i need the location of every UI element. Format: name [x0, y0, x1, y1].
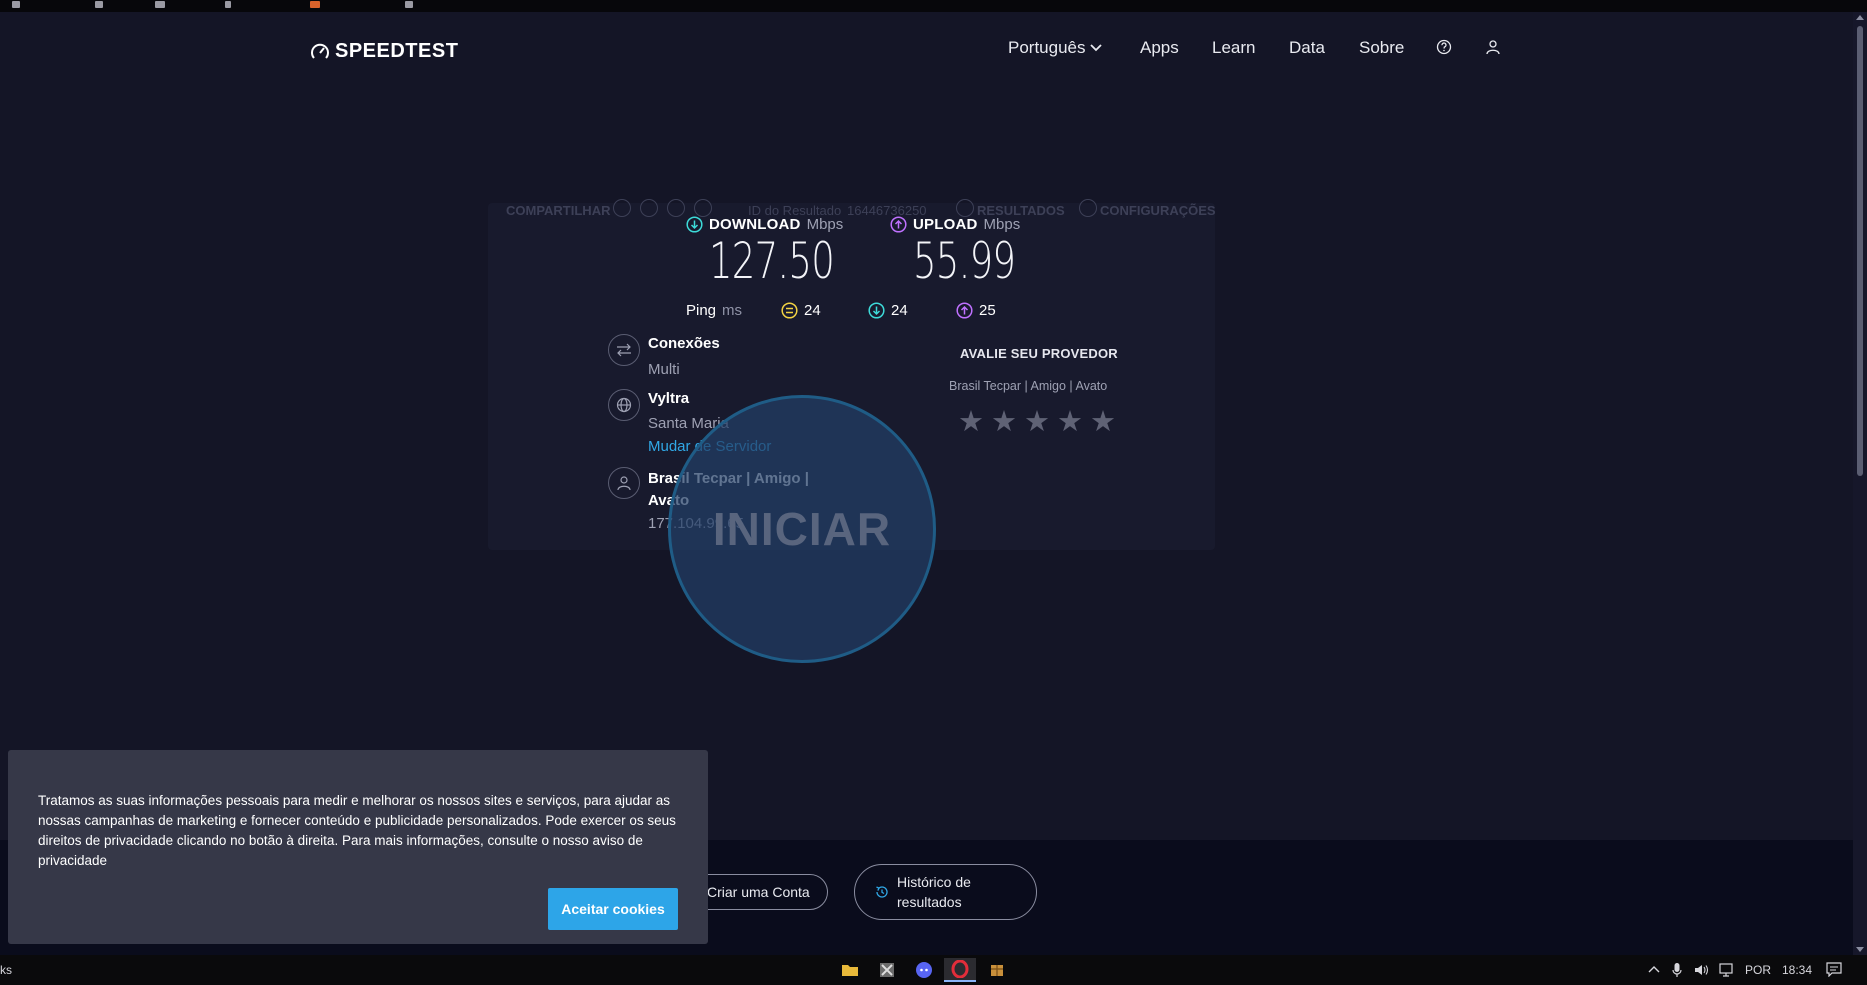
star-icon[interactable]: ★: [1024, 408, 1050, 437]
ping-up-value: 25: [979, 302, 996, 319]
twitter-icon[interactable]: [640, 199, 658, 217]
upload-unit: Mbps: [983, 216, 1021, 233]
ping-idle-value: 24: [804, 302, 821, 319]
ping-up-icon: [956, 302, 973, 319]
more-icon[interactable]: [694, 199, 712, 217]
scroll-thumb[interactable]: [1857, 26, 1863, 476]
page-scrollbar[interactable]: [1853, 12, 1867, 955]
ping-unit: ms: [722, 302, 743, 319]
settings-icon: [1079, 199, 1097, 217]
star-icon[interactable]: ★: [991, 408, 1017, 437]
start-button-label: INICIAR: [712, 503, 892, 555]
user-icon[interactable]: [1485, 39, 1501, 55]
star-icon[interactable]: ★: [1057, 408, 1083, 437]
language-label: Português: [1008, 38, 1086, 57]
ping-idle-icon: [781, 302, 798, 319]
link-icon[interactable]: [613, 199, 631, 217]
nav-data[interactable]: Data: [1289, 38, 1325, 58]
volume-icon[interactable]: [1693, 962, 1709, 978]
connections-title: Conexões: [648, 335, 720, 352]
microphone-icon[interactable]: [1672, 962, 1682, 978]
scroll-up-arrow[interactable]: [1856, 15, 1864, 20]
tray-chevron-up-icon[interactable]: [1648, 965, 1660, 973]
upload-label: UPLOAD: [913, 216, 978, 233]
browser-top-strip: [0, 0, 1867, 12]
download-header: DOWNLOAD Mbps: [686, 216, 843, 233]
package-app-icon[interactable]: [981, 958, 1013, 982]
history-label-line1: Histórico de: [897, 874, 971, 890]
share-label: COMPARTILHAR: [506, 203, 611, 218]
connections-value: Multi: [648, 361, 680, 378]
history-icon: [876, 886, 888, 898]
network-icon[interactable]: [1716, 962, 1734, 978]
upload-value: 55.99: [913, 232, 1016, 290]
nav-learn[interactable]: Learn: [1212, 38, 1255, 58]
isp-user-icon: [608, 467, 640, 499]
accept-cookies-button[interactable]: Aceitar cookies: [548, 888, 678, 930]
opera-browser-icon[interactable]: [944, 958, 976, 982]
speedometer-icon: [311, 43, 329, 59]
ping-label: Ping: [686, 302, 717, 319]
help-icon[interactable]: [1436, 39, 1452, 55]
ping-down-value: 24: [891, 302, 908, 319]
cookie-banner: Tratamos as suas informações pessoais pa…: [8, 750, 708, 944]
cookie-text: Tratamos as suas informações pessoais pa…: [38, 793, 676, 868]
history-label-line2: resultados: [897, 894, 962, 910]
ping-down-icon: [868, 302, 885, 319]
rate-provider-name: Brasil Tecpar | Amigo | Avato: [949, 379, 1108, 393]
nav-about[interactable]: Sobre: [1359, 38, 1404, 58]
language-selector[interactable]: Português: [1008, 38, 1102, 58]
upload-arrow-icon: [890, 216, 907, 233]
discord-icon[interactable]: [908, 958, 940, 982]
taskbar-left-text: ks: [0, 963, 12, 977]
chevron-down-icon: [1089, 44, 1102, 52]
history-label: Histórico de resultados: [897, 872, 971, 912]
logo-text: SPEEDTEST: [335, 40, 459, 62]
file-explorer-icon[interactable]: [834, 958, 866, 982]
server-title: Vyltra: [648, 390, 690, 407]
star-icon[interactable]: ★: [1090, 408, 1116, 437]
ping-down: 24: [868, 302, 908, 319]
facebook-icon[interactable]: [667, 199, 685, 217]
download-label: DOWNLOAD: [709, 216, 801, 233]
nav-apps[interactable]: Apps: [1140, 38, 1179, 58]
start-button[interactable]: INICIAR: [668, 395, 936, 663]
ping-idle: 24: [781, 302, 821, 319]
results-icon: [956, 199, 974, 217]
upload-header: UPLOAD Mbps: [890, 216, 1020, 233]
download-value: 127.50: [709, 232, 835, 290]
rate-provider-title: AVALIE SEU PROVEDOR: [960, 346, 1118, 361]
results-history-button[interactable]: Histórico de resultados: [854, 864, 1037, 920]
connections-icon: [608, 334, 640, 366]
site-header: SPEEDTEST Português Apps Learn Data Sobr…: [0, 12, 1853, 85]
rating-stars: ★ ★ ★ ★ ★: [958, 408, 1116, 437]
clock-time[interactable]: 18:34: [1782, 963, 1812, 977]
download-arrow-icon: [686, 216, 703, 233]
scroll-down-arrow[interactable]: [1856, 947, 1864, 952]
app-icon[interactable]: [871, 958, 903, 982]
os-taskbar: ks POR 18:34: [0, 955, 1867, 985]
globe-icon: [608, 389, 640, 421]
ping-up: 25: [956, 302, 996, 319]
ping-label-group: Ping ms: [686, 302, 742, 319]
settings-link[interactable]: CONFIGURAÇÕES: [1100, 203, 1216, 218]
speedtest-logo[interactable]: SPEEDTEST: [310, 40, 458, 63]
keyboard-language[interactable]: POR: [1745, 963, 1771, 977]
notifications-icon[interactable]: [1826, 962, 1842, 977]
create-account-label: Criar uma Conta: [707, 884, 810, 900]
download-unit: Mbps: [806, 216, 844, 233]
star-icon[interactable]: ★: [958, 408, 984, 437]
